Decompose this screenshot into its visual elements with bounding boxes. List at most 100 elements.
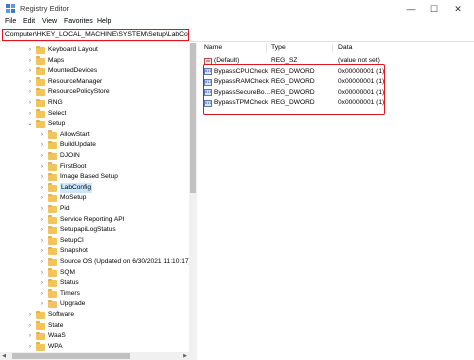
tree-horizontal-scroll-thumb[interactable] xyxy=(12,353,130,359)
expand-chevron-icon[interactable]: › xyxy=(39,183,45,193)
menu-edit[interactable]: Edit xyxy=(23,18,35,25)
expand-chevron-icon[interactable]: › xyxy=(39,299,45,309)
tree-item[interactable]: › WaaS xyxy=(0,331,189,341)
tree-item-label: BuildUpdate xyxy=(60,141,96,149)
tree-item[interactable]: › MountedDevices xyxy=(0,66,189,76)
expand-chevron-icon[interactable]: › xyxy=(39,151,45,161)
expand-chevron-icon[interactable]: › xyxy=(39,289,45,299)
column-divider[interactable] xyxy=(332,43,333,53)
tree-item[interactable]: › Pid xyxy=(0,204,189,214)
tree-item[interactable]: › FirstBoot xyxy=(0,162,189,172)
tree-horizontal-scrollbar[interactable]: ◀ ▶ xyxy=(0,352,197,360)
column-header-data[interactable]: Data xyxy=(338,43,352,53)
expand-chevron-icon[interactable]: › xyxy=(27,109,33,119)
tree-item[interactable]: › Keyboard Layout xyxy=(0,45,189,55)
tree-item-label: Pid xyxy=(60,205,70,212)
tree-item[interactable]: ⌄ Setup xyxy=(0,119,189,129)
expand-chevron-icon[interactable]: › xyxy=(39,172,45,182)
column-header-name[interactable]: Name xyxy=(204,43,222,53)
column-header-type[interactable]: Type xyxy=(271,43,286,53)
menu-file[interactable]: File xyxy=(5,18,16,25)
tree-item-label: Select xyxy=(48,109,67,117)
tree-item[interactable]: › ResourcePolicyStore xyxy=(0,87,189,97)
scroll-left-arrow-icon[interactable]: ◀ xyxy=(0,352,8,360)
menu-favorites[interactable]: Favorites xyxy=(64,18,93,25)
folder-icon xyxy=(48,215,57,224)
tree-item[interactable]: › SetupCI xyxy=(0,236,189,246)
tree-item[interactable]: › SQM xyxy=(0,268,189,278)
expand-chevron-icon[interactable]: › xyxy=(39,246,45,256)
expand-chevron-icon[interactable]: › xyxy=(27,98,33,108)
tree-item[interactable]: › Maps xyxy=(0,56,189,66)
tree-item[interactable]: › DJOIN xyxy=(0,151,189,161)
tree-item[interactable]: › RNG xyxy=(0,98,189,108)
tree-item[interactable]: › Upgrade xyxy=(0,299,189,309)
tree-item[interactable]: › WPA xyxy=(0,342,189,352)
maximize-button[interactable]: ☐ xyxy=(424,2,444,16)
folder-icon xyxy=(48,151,57,160)
tree-item[interactable]: › Software xyxy=(0,310,189,320)
tree-item[interactable]: › Image Based Setup xyxy=(0,172,189,182)
tree-item[interactable]: › BuildUpdate xyxy=(0,140,189,150)
tree-item[interactable]: › Snapshot xyxy=(0,246,189,256)
menu-help[interactable]: Help xyxy=(97,18,111,25)
scroll-right-arrow-icon[interactable]: ▶ xyxy=(181,352,189,360)
expand-chevron-icon[interactable]: › xyxy=(27,342,33,352)
tree-vertical-scrollbar[interactable] xyxy=(189,43,197,352)
tree-item[interactable]: › State xyxy=(0,321,189,331)
folder-icon xyxy=(36,98,45,107)
tree-item[interactable]: › Status xyxy=(0,278,189,288)
folder-icon xyxy=(36,66,45,76)
expand-chevron-icon[interactable]: › xyxy=(39,204,45,214)
expand-chevron-icon[interactable]: › xyxy=(27,310,33,320)
tree-item-label: Maps xyxy=(48,56,65,64)
tree-item[interactable]: › AllowStart xyxy=(0,130,189,140)
expand-chevron-icon[interactable]: › xyxy=(39,225,45,235)
expand-chevron-icon[interactable]: › xyxy=(27,45,33,55)
expand-chevron-icon[interactable]: › xyxy=(39,268,45,278)
collapse-chevron-icon[interactable]: ⌄ xyxy=(27,119,33,129)
tree-item-label: SQM xyxy=(60,268,76,276)
address-input[interactable]: Computer\HKEY_LOCAL_MACHINE\SYSTEM\Setup… xyxy=(2,29,189,41)
expand-chevron-icon[interactable]: › xyxy=(39,278,45,288)
tree-item[interactable]: › Source OS (Updated on 6/30/2021 11:10:1… xyxy=(0,257,191,267)
expand-chevron-icon[interactable]: › xyxy=(39,140,45,150)
expand-chevron-icon[interactable]: › xyxy=(39,193,45,203)
window-title: Registry Editor xyxy=(20,4,70,13)
expand-chevron-icon[interactable]: › xyxy=(39,236,45,246)
tree-item[interactable]: › Select xyxy=(0,109,189,119)
expand-chevron-icon[interactable]: › xyxy=(27,321,33,331)
tree-item[interactable]: › Timers xyxy=(0,289,189,299)
address-bar: Computer\HKEY_LOCAL_MACHINE\SYSTEM\Setup… xyxy=(0,29,474,42)
column-divider[interactable] xyxy=(266,43,267,53)
folder-icon xyxy=(48,278,57,288)
tree-item[interactable]: › LabConfig xyxy=(0,182,189,193)
menu-view[interactable]: View xyxy=(42,18,57,25)
folder-icon xyxy=(36,109,45,118)
tree-item-label: RNG xyxy=(48,99,63,106)
expand-chevron-icon[interactable]: › xyxy=(39,215,45,225)
tree-item[interactable]: › SetupapiLogStatus xyxy=(0,225,189,235)
expand-chevron-icon[interactable]: › xyxy=(39,130,45,140)
tree-vertical-scroll-thumb[interactable] xyxy=(190,43,196,193)
tree-item-label: Snapshot xyxy=(60,247,88,255)
expand-chevron-icon[interactable]: › xyxy=(39,257,45,267)
expand-chevron-icon[interactable]: › xyxy=(27,331,33,341)
expand-chevron-icon[interactable]: › xyxy=(39,162,45,172)
folder-icon xyxy=(48,130,57,139)
expand-chevron-icon[interactable]: › xyxy=(27,66,33,76)
tree-item-label: DJOIN xyxy=(60,152,80,159)
expand-chevron-icon[interactable]: › xyxy=(27,87,33,97)
expand-chevron-icon[interactable]: › xyxy=(27,56,33,66)
minimize-button[interactable]: — xyxy=(401,2,421,16)
tree-item[interactable]: › MoSetup xyxy=(0,193,189,203)
expand-chevron-icon[interactable]: › xyxy=(27,77,33,87)
tree-item[interactable]: › ResourceManager xyxy=(0,77,189,87)
folder-icon xyxy=(48,257,57,266)
folder-icon xyxy=(48,225,57,235)
tree-item-label: Keyboard Layout xyxy=(48,46,98,53)
close-button[interactable]: ✕ xyxy=(448,2,468,16)
tree-item[interactable]: › Service Reporting API xyxy=(0,215,189,225)
tree-item-label: Software xyxy=(48,311,75,318)
folder-icon xyxy=(36,321,45,330)
